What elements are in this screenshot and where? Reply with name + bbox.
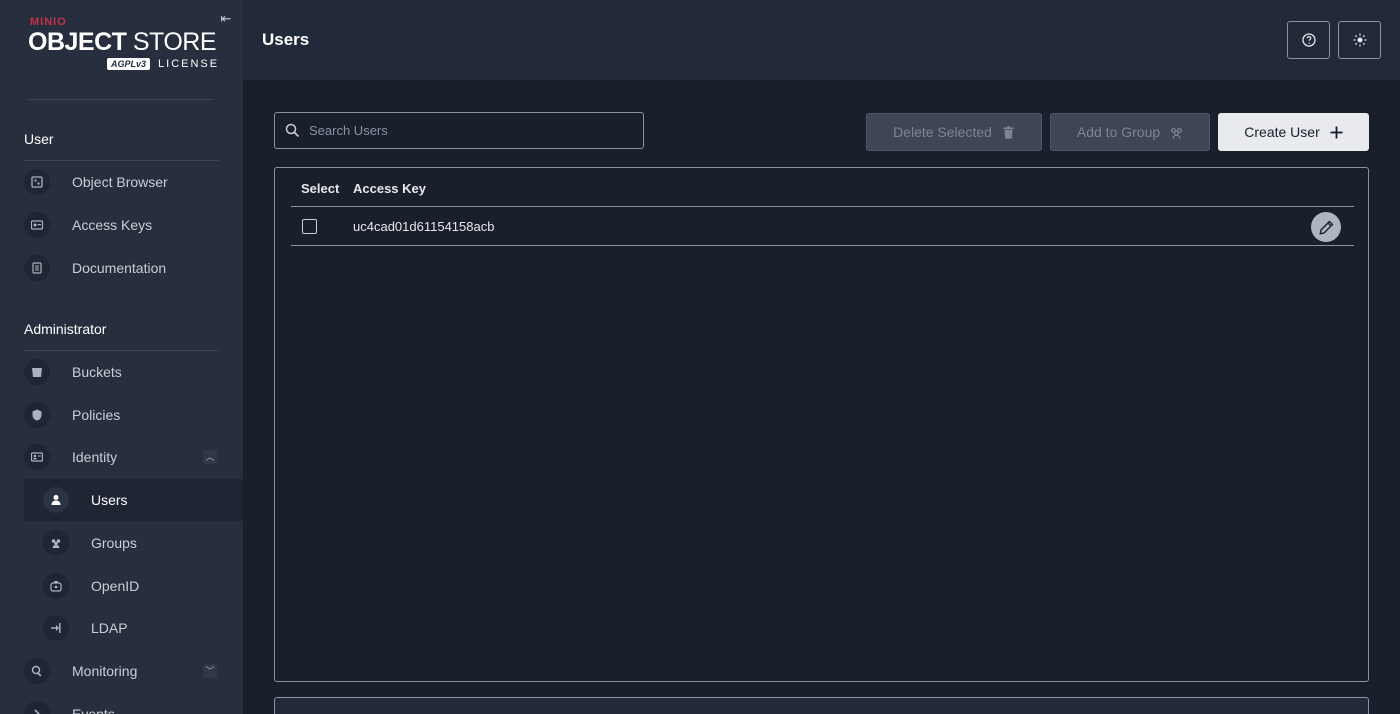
sidebar-item-users[interactable]: Users — [24, 479, 243, 521]
sidebar-item-label: Monitoring — [72, 663, 138, 679]
help-button[interactable] — [1287, 21, 1330, 59]
sidebar-item-label: Identity — [72, 449, 118, 465]
sidebar-item-label: OpenID — [91, 578, 140, 594]
sidebar-item-openid[interactable]: OpenID — [0, 565, 243, 607]
object-browser-icon — [24, 169, 50, 195]
openid-icon — [43, 573, 69, 599]
documentation-icon — [24, 255, 50, 281]
sidebar-item-label: Users — [91, 492, 128, 508]
edit-user-button[interactable] — [1311, 212, 1341, 242]
add-to-group-button[interactable]: Add to Group — [1050, 113, 1210, 151]
chevron-down-icon[interactable]: ﹀ — [203, 664, 217, 678]
logo-license: LICENSE — [158, 58, 220, 70]
sidebar-item-ldap[interactable]: LDAP — [0, 607, 243, 649]
sidebar-item-identity[interactable]: Identity ︿ — [0, 436, 243, 478]
trash-icon — [1003, 125, 1014, 139]
row-select-checkbox[interactable] — [302, 219, 317, 234]
sidebar-item-events[interactable]: Events — [0, 693, 243, 714]
logo-license-row: AGPLv3 LICENSE — [107, 58, 219, 70]
logo-product-light: STORE — [132, 28, 217, 56]
agpl-badge: AGPLv3 — [107, 58, 151, 70]
collapse-sidebar-icon[interactable]: ⇤ — [219, 12, 233, 26]
row-divider — [291, 245, 1354, 246]
access-key-cell[interactable]: uc4cad01d61154158acb — [353, 219, 494, 234]
sidebar-item-label: LDAP — [91, 620, 128, 636]
delete-selected-button[interactable]: Delete Selected — [866, 113, 1042, 151]
sidebar-item-groups[interactable]: Groups — [0, 522, 243, 564]
logo-brand: MINIO — [30, 16, 67, 28]
bucket-icon — [24, 359, 50, 385]
groups-icon — [1171, 127, 1183, 139]
search-box[interactable] — [274, 112, 644, 149]
identity-icon — [24, 444, 50, 470]
column-header-select[interactable]: Select — [301, 181, 339, 196]
monitoring-icon — [24, 658, 50, 684]
chevron-up-icon[interactable]: ︿ — [203, 450, 217, 464]
sun-icon — [1353, 33, 1366, 47]
header-divider — [291, 206, 1354, 207]
sidebar-item-label: Access Keys — [72, 217, 153, 233]
sidebar: MINIO OBJECT STORE AGPLv3 LICENSE ⇤ User… — [0, 0, 243, 714]
create-user-label: Create User — [1244, 124, 1320, 140]
sidebar-item-access-keys[interactable]: Access Keys — [0, 204, 243, 246]
sidebar-item-object-browser[interactable]: Object Browser — [0, 161, 243, 203]
delete-selected-label: Delete Selected — [893, 124, 992, 140]
logo-divider — [28, 99, 214, 100]
pencil-icon — [1318, 220, 1333, 235]
page-title: Users — [262, 30, 310, 49]
column-header-access-key[interactable]: Access Key — [353, 181, 426, 196]
groups-icon — [43, 530, 69, 556]
sidebar-item-documentation[interactable]: Documentation — [0, 247, 243, 289]
sidebar-item-label: Object Browser — [72, 174, 168, 190]
logo-product-bold: OBJECT — [28, 28, 127, 56]
add-to-group-label: Add to Group — [1076, 124, 1161, 140]
create-user-button[interactable]: Create User — [1218, 113, 1369, 151]
page-header: Users — [243, 0, 1400, 80]
users-table: Select Access Key uc4cad01d61154158acb — [274, 167, 1369, 682]
plus-icon — [1330, 126, 1343, 138]
sidebar-item-label: Documentation — [72, 260, 167, 276]
help-icon — [1301, 33, 1316, 47]
sidebar-item-label: Buckets — [72, 364, 122, 380]
minio-logo[interactable]: MINIO OBJECT STORE AGPLv3 LICENSE — [28, 16, 218, 76]
user-icon — [43, 487, 69, 513]
sidebar-item-policies[interactable]: Policies — [0, 394, 243, 436]
policy-icon — [24, 402, 50, 428]
section-title-user: User — [24, 131, 54, 147]
search-input[interactable] — [309, 113, 639, 148]
sidebar-item-monitoring[interactable]: Monitoring ﹀ — [0, 650, 243, 692]
bottom-panel — [274, 697, 1369, 714]
search-icon — [285, 123, 300, 138]
sidebar-item-label: Events — [72, 706, 115, 714]
sidebar-item-buckets[interactable]: Buckets — [0, 351, 243, 393]
events-icon — [24, 701, 50, 714]
logo-product: OBJECT STORE — [28, 28, 217, 57]
sidebar-item-label: Groups — [91, 535, 137, 551]
ldap-icon — [43, 615, 69, 641]
section-title-administrator: Administrator — [24, 321, 107, 337]
sidebar-item-label: Policies — [72, 407, 121, 423]
theme-toggle-button[interactable] — [1338, 21, 1381, 59]
access-keys-icon — [24, 212, 50, 238]
